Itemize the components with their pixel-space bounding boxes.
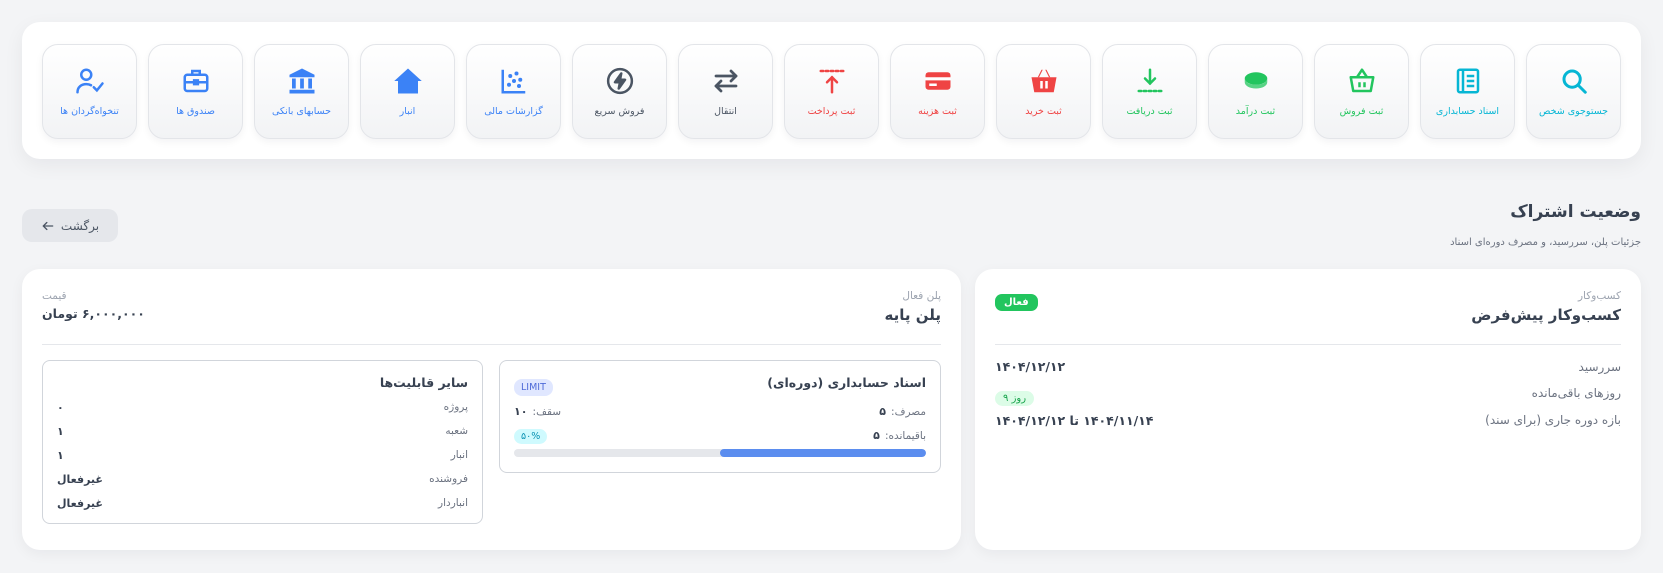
tile-register-sale[interactable]: ثبت فروش — [1314, 44, 1409, 139]
back-button[interactable]: برگشت — [22, 209, 118, 242]
tile-label: ثبت درآمد — [1235, 106, 1276, 117]
user-check-icon — [75, 68, 104, 94]
tile-label: ثبت خرید — [1025, 106, 1062, 117]
feature-value: ۰ — [57, 401, 64, 414]
tile-petty-cash[interactable]: تنخواه‌گردان ها — [42, 44, 137, 139]
feature-label: شعبه — [445, 425, 468, 437]
feature-value: غیرفعال — [57, 473, 103, 486]
used-label: مصرف: — [891, 406, 926, 418]
period-label: بازه دوره جاری (برای سند) — [1485, 413, 1621, 427]
tile-cash-boxes[interactable]: صندوق ها — [148, 44, 243, 139]
tile-label: اسناد حسابداری — [1435, 106, 1500, 117]
download-icon — [1137, 68, 1162, 93]
tile-financial-reports[interactable]: گزارشات مالی — [466, 44, 561, 139]
warehouse-icon — [393, 68, 422, 94]
business-divider — [995, 344, 1621, 345]
feature-value: غیرفعال — [57, 497, 103, 510]
tile-label: انبار — [399, 106, 416, 117]
business-name: کسب‌وکار پیش‌فرض — [1471, 306, 1621, 324]
remaining-days-badge: ۹ روز — [995, 391, 1035, 406]
feature-label: پروژه — [443, 401, 468, 413]
search-icon — [1562, 69, 1587, 94]
cap-value: ۱۰ — [514, 405, 528, 418]
price-caption: قیمت — [42, 290, 67, 302]
tile-person-search[interactable]: جستوجوی شخص — [1526, 44, 1621, 139]
tile-label: گزارشات مالی — [484, 106, 543, 117]
tile-transfer[interactable]: انتقال — [678, 44, 773, 139]
tile-label: ثبت دریافت — [1126, 106, 1173, 117]
briefcase-icon — [183, 69, 208, 93]
bank-icon — [289, 68, 314, 94]
feature-value: ۱ — [57, 425, 64, 438]
feature-label: فروشنده — [429, 473, 468, 485]
plan-card: پلن فعال پلن پایه قیمت ۶,۰۰۰,۰۰۰ تومان ا… — [22, 269, 961, 550]
business-card: کسب‌وکار کسب‌وکار پیش‌فرض فعال سررسید ۱۴… — [975, 269, 1641, 550]
usage-cap: سقف: ۱۰ — [514, 400, 561, 419]
usage-progress-bar — [514, 449, 926, 457]
shopping-basket-icon — [1031, 69, 1056, 93]
tile-label: صندوق ها — [176, 106, 215, 117]
features-box: سایر قابلیت‌ها پروژه ۰ شعبه ۱ انبار ۱ فر… — [42, 360, 483, 524]
usage-progress-fill — [720, 449, 926, 457]
feature-value: ۱ — [57, 449, 64, 462]
tile-register-income[interactable]: ثبت درآمد — [1208, 44, 1303, 139]
page-title: وضعیت اشتراک — [1510, 202, 1641, 222]
tile-bank-accounts[interactable]: حسابهای بانکی — [254, 44, 349, 139]
cap-label: سقف: — [532, 406, 562, 418]
arrow-left-icon — [42, 221, 54, 230]
tile-accounting-docs[interactable]: اسناد حسابداری — [1420, 44, 1515, 139]
tile-register-purchase[interactable]: ثبت خرید — [996, 44, 1091, 139]
features-title: سایر قابلیت‌ها — [379, 375, 468, 390]
price-value: ۶,۰۰۰,۰۰۰ تومان — [42, 306, 145, 321]
tile-label: حسابهای بانکی — [272, 106, 331, 117]
remaining-label: باقیمانده: — [884, 430, 926, 442]
coins-icon — [1244, 72, 1267, 89]
back-button-label: برگشت — [60, 218, 100, 233]
transfer-icon — [714, 69, 737, 93]
tile-label: انتقال — [714, 106, 737, 117]
credit-card-icon — [925, 72, 950, 90]
due-label: سررسید — [1578, 360, 1621, 374]
tile-label: تنخواه‌گردان ها — [60, 106, 119, 117]
tile-label: فروش سریع — [594, 106, 645, 117]
due-value: ۱۴۰۴/۱۲/۱۲ — [995, 359, 1066, 374]
usage-used: مصرف: ۵ — [879, 400, 926, 419]
usage-title: اسناد حسابداری (دوره‌ای) — [767, 375, 926, 390]
plan-divider — [42, 344, 941, 345]
lightning-icon — [606, 67, 633, 95]
tile-register-expense[interactable]: ثبت هزینه — [890, 44, 985, 139]
tile-label: جستوجوی شخص — [1538, 106, 1609, 117]
usage-remaining: باقیمانده: ۵ — [873, 424, 926, 443]
tile-register-payment[interactable]: ثبت پرداخت — [784, 44, 879, 139]
page-subtitle: جزئیات پلن، سررسید، و مصرف دوره‌ای اسناد — [1450, 237, 1641, 248]
feature-label: انبار — [450, 449, 468, 461]
remaining-days-label: روزهای باقی‌مانده — [1531, 386, 1621, 400]
business-caption: کسب‌وکار — [1577, 290, 1621, 302]
plan-name: پلن پایه — [884, 306, 941, 324]
remaining-value: ۵ — [873, 429, 880, 442]
tile-register-receipt[interactable]: ثبت دریافت — [1102, 44, 1197, 139]
used-value: ۵ — [879, 405, 886, 418]
plan-caption: پلن فعال — [902, 290, 941, 302]
tile-label: ثبت فروش — [1339, 106, 1384, 117]
feature-label: انباردار — [438, 497, 468, 509]
percent-badge: ۵۰% — [514, 429, 548, 444]
upload-icon — [819, 69, 844, 94]
quick-actions-toolbar: جستوجوی شخص اسناد حسابداری ثبت فروش ثبت … — [22, 22, 1641, 159]
tile-label: ثبت هزینه — [918, 106, 957, 117]
status-badge: فعال — [995, 294, 1038, 311]
tile-warehouse[interactable]: انبار — [360, 44, 455, 139]
tile-label: ثبت پرداخت — [807, 106, 856, 117]
usage-box: اسناد حسابداری (دوره‌ای) LIMIT مصرف: ۵ س… — [499, 360, 941, 473]
period-value: ۱۴۰۴/۱۱/۱۴ تا ۱۴۰۴/۱۲/۱۲ — [995, 413, 1154, 428]
tile-quick-sale[interactable]: فروش سریع — [572, 44, 667, 139]
scatter-chart-icon — [501, 69, 525, 94]
quick-actions-list: جستوجوی شخص اسناد حسابداری ثبت فروش ثبت … — [42, 44, 1621, 139]
notebook-icon — [1456, 68, 1479, 94]
limit-badge: LIMIT — [514, 379, 553, 396]
basket-icon — [1349, 68, 1374, 93]
